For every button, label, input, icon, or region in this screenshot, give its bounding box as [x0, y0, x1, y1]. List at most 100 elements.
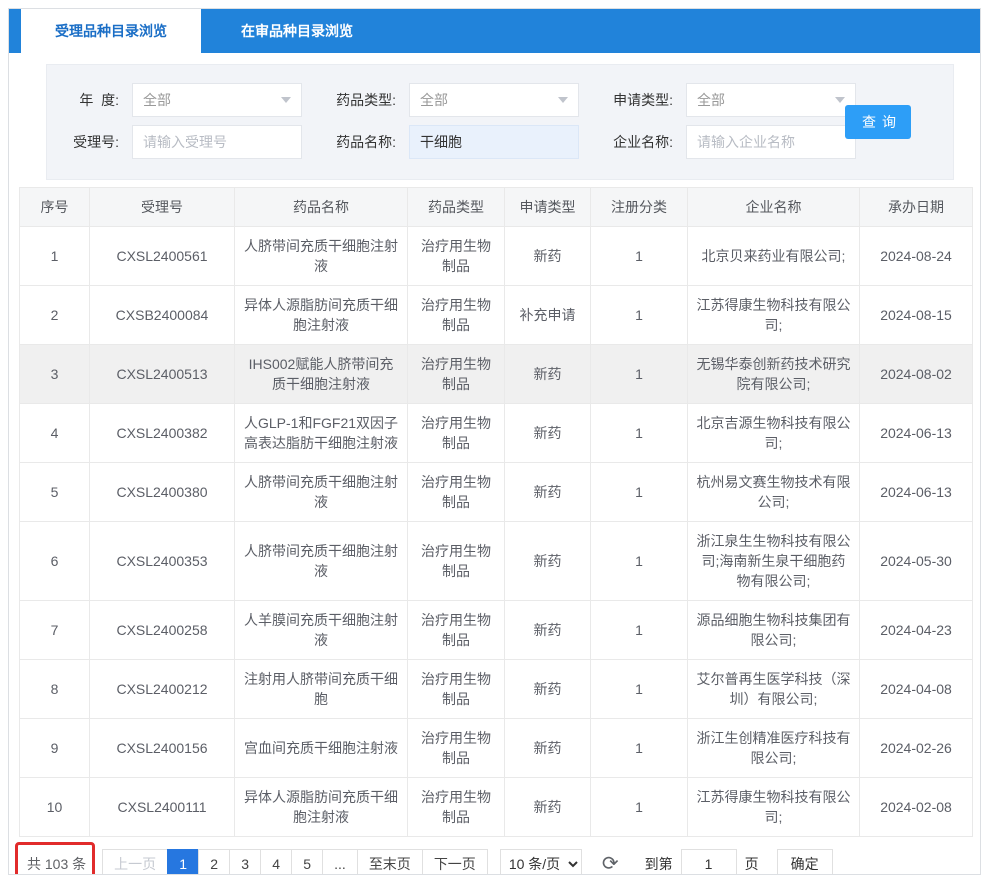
- page-button-1[interactable]: 1: [167, 849, 199, 875]
- filter-row-1: 年 度: 全部 药品类型: 全部 申请类型: 全部: [47, 83, 953, 117]
- page-unit-label: 页: [745, 854, 759, 874]
- table-cell: 1: [591, 660, 688, 719]
- filter-panel: 年 度: 全部 药品类型: 全部 申请类型: 全部: [46, 64, 954, 180]
- table-cell: 无锡华泰创新药技术研究院有限公司;: [688, 345, 860, 404]
- goto-page-input[interactable]: [681, 849, 737, 875]
- table-cell: 江苏得康生物科技有限公司;: [688, 286, 860, 345]
- acceptance-no-input[interactable]: [132, 125, 302, 159]
- drug-name-label: 药品名称:: [324, 132, 396, 152]
- table-cell: 2024-06-13: [860, 463, 973, 522]
- chevron-down-icon: [281, 97, 291, 103]
- ellipsis-button[interactable]: ...: [322, 849, 358, 875]
- table-cell: 补充申请: [505, 286, 591, 345]
- table-cell: 治疗用生物制品: [408, 286, 505, 345]
- table-cell: 新药: [505, 719, 591, 778]
- table-cell: 人脐带间充质干细胞注射液: [235, 227, 408, 286]
- table-cell: CXSL2400513: [90, 345, 235, 404]
- table-cell: 4: [20, 404, 90, 463]
- drug-type-select-value: 全部: [420, 90, 448, 110]
- tab-bar: 受理品种目录浏览 在审品种目录浏览: [9, 9, 980, 53]
- page-size-select[interactable]: 10 条/页: [500, 849, 582, 875]
- table-cell: 异体人源脂肪间充质干细胞注射液: [235, 778, 408, 837]
- prev-page-button[interactable]: 上一页: [102, 849, 168, 875]
- table-cell: 7: [20, 601, 90, 660]
- col-header-company: 企业名称: [688, 188, 860, 227]
- table-cell: 人GLP-1和FGF21双因子高表达脂肪干细胞注射液: [235, 404, 408, 463]
- table-cell: 9: [20, 719, 90, 778]
- table-cell: 2024-08-15: [860, 286, 973, 345]
- drug-type-select[interactable]: 全部: [409, 83, 579, 117]
- tab-under-review-catalog[interactable]: 在审品种目录浏览: [201, 9, 393, 53]
- table-cell: 2024-04-23: [860, 601, 973, 660]
- page-button-4[interactable]: 4: [260, 849, 292, 875]
- table-cell: 2024-04-08: [860, 660, 973, 719]
- year-select[interactable]: 全部: [132, 83, 302, 117]
- table-cell: CXSB2400084: [90, 286, 235, 345]
- total-count-wrap: 共 103 条: [27, 854, 86, 874]
- table-cell: 新药: [505, 227, 591, 286]
- table-cell: 新药: [505, 345, 591, 404]
- table-cell: 宫血间充质干细胞注射液: [235, 719, 408, 778]
- confirm-button[interactable]: 确定: [777, 849, 833, 875]
- chevron-down-icon: [835, 97, 845, 103]
- table-body: 1CXSL2400561人脐带间充质干细胞注射液治疗用生物制品新药1北京贝来药业…: [20, 227, 973, 837]
- company-name-input[interactable]: [686, 125, 856, 159]
- results-table: 序号 受理号 药品名称 药品类型 申请类型 注册分类 企业名称 承办日期 1CX…: [19, 187, 973, 837]
- table-cell: CXSL2400111: [90, 778, 235, 837]
- page-button-5[interactable]: 5: [291, 849, 323, 875]
- table-cell: 2024-08-02: [860, 345, 973, 404]
- table-cell: 2024-05-30: [860, 522, 973, 601]
- table-cell: 治疗用生物制品: [408, 345, 505, 404]
- col-header-acceptance-no: 受理号: [90, 188, 235, 227]
- table-cell: 6: [20, 522, 90, 601]
- table-cell: 人脐带间充质干细胞注射液: [235, 463, 408, 522]
- table-cell: 注射用人脐带间充质干细胞: [235, 660, 408, 719]
- table-cell: 治疗用生物制品: [408, 719, 505, 778]
- table-cell: 新药: [505, 404, 591, 463]
- table-row: 10CXSL2400111异体人源脂肪间充质干细胞注射液治疗用生物制品新药1江苏…: [20, 778, 973, 837]
- refresh-icon[interactable]: ⟳: [602, 854, 619, 874]
- table-cell: CXSL2400382: [90, 404, 235, 463]
- search-button[interactable]: 查询: [845, 105, 911, 139]
- table-cell: 北京贝来药业有限公司;: [688, 227, 860, 286]
- col-header-app-type: 申请类型: [505, 188, 591, 227]
- table-row: 2CXSB2400084异体人源脂肪间充质干细胞注射液治疗用生物制品补充申请1江…: [20, 286, 973, 345]
- table-cell: 2024-06-13: [860, 404, 973, 463]
- next-page-button[interactable]: 下一页: [422, 849, 488, 875]
- table-cell: 新药: [505, 660, 591, 719]
- results-table-wrap: 序号 受理号 药品名称 药品类型 申请类型 注册分类 企业名称 承办日期 1CX…: [19, 187, 970, 837]
- table-cell: 1: [591, 286, 688, 345]
- table-cell: 新药: [505, 778, 591, 837]
- table-cell: 3: [20, 345, 90, 404]
- col-header-drug-type: 药品类型: [408, 188, 505, 227]
- table-cell: CXSL2400380: [90, 463, 235, 522]
- table-row: 5CXSL2400380人脐带间充质干细胞注射液治疗用生物制品新药1杭州易文赛生…: [20, 463, 973, 522]
- tab-accepted-catalog[interactable]: 受理品种目录浏览: [21, 9, 201, 53]
- table-cell: 1: [591, 601, 688, 660]
- drug-name-input[interactable]: [409, 125, 579, 159]
- table-row: 1CXSL2400561人脐带间充质干细胞注射液治疗用生物制品新药1北京贝来药业…: [20, 227, 973, 286]
- table-cell: CXSL2400561: [90, 227, 235, 286]
- last-page-button[interactable]: 至末页: [357, 849, 423, 875]
- table-cell: 北京吉源生物科技有限公司;: [688, 404, 860, 463]
- page-button-3[interactable]: 3: [229, 849, 261, 875]
- table-row: 9CXSL2400156宫血间充质干细胞注射液治疗用生物制品新药1浙江生创精准医…: [20, 719, 973, 778]
- chevron-down-icon: [558, 97, 568, 103]
- app-type-select[interactable]: 全部: [686, 83, 856, 117]
- col-header-reg-class: 注册分类: [591, 188, 688, 227]
- table-header-row: 序号 受理号 药品名称 药品类型 申请类型 注册分类 企业名称 承办日期: [20, 188, 973, 227]
- table-cell: 治疗用生物制品: [408, 601, 505, 660]
- page-button-2[interactable]: 2: [198, 849, 230, 875]
- app-type-select-value: 全部: [697, 90, 725, 110]
- table-cell: 1: [591, 719, 688, 778]
- table-cell: CXSL2400353: [90, 522, 235, 601]
- table-cell: 2024-02-26: [860, 719, 973, 778]
- table-row: 8CXSL2400212注射用人脐带间充质干细胞治疗用生物制品新药1艾尔普再生医…: [20, 660, 973, 719]
- table-cell: 源品细胞生物科技集团有限公司;: [688, 601, 860, 660]
- table-row: 3CXSL2400513IHS002赋能人脐带间充质干细胞注射液治疗用生物制品新…: [20, 345, 973, 404]
- table-cell: 治疗用生物制品: [408, 227, 505, 286]
- table-cell: 治疗用生物制品: [408, 404, 505, 463]
- table-cell: CXSL2400212: [90, 660, 235, 719]
- table-row: 4CXSL2400382人GLP-1和FGF21双因子高表达脂肪干细胞注射液治疗…: [20, 404, 973, 463]
- table-cell: 2: [20, 286, 90, 345]
